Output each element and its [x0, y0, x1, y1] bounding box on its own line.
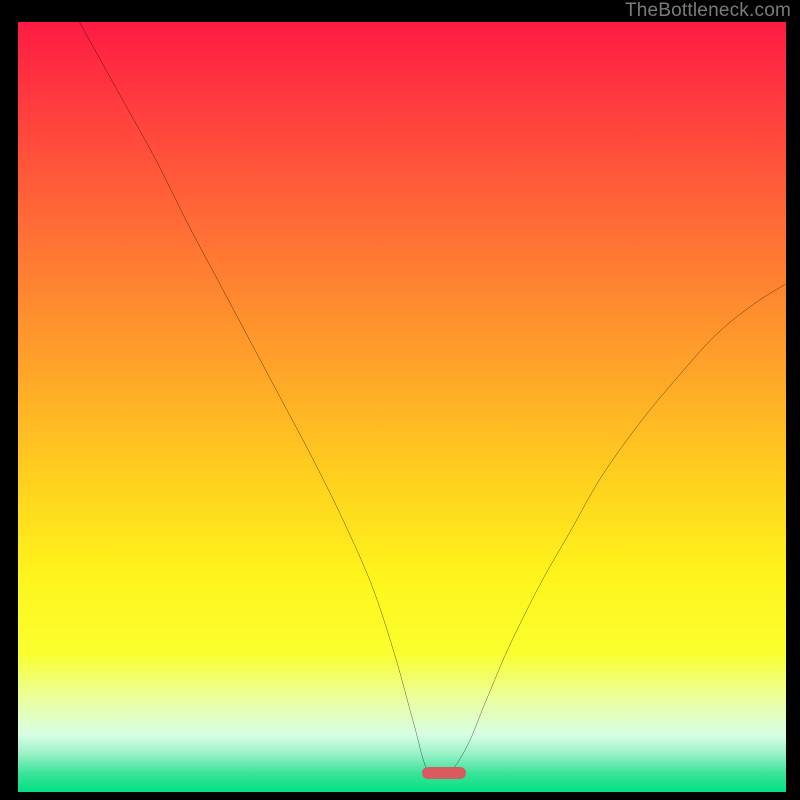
plot-area [18, 22, 786, 792]
chart-frame [4, 20, 796, 796]
optimal-marker [422, 767, 466, 779]
watermark-text: TheBottleneck.com [625, 0, 791, 22]
bottleneck-curve [18, 22, 786, 792]
